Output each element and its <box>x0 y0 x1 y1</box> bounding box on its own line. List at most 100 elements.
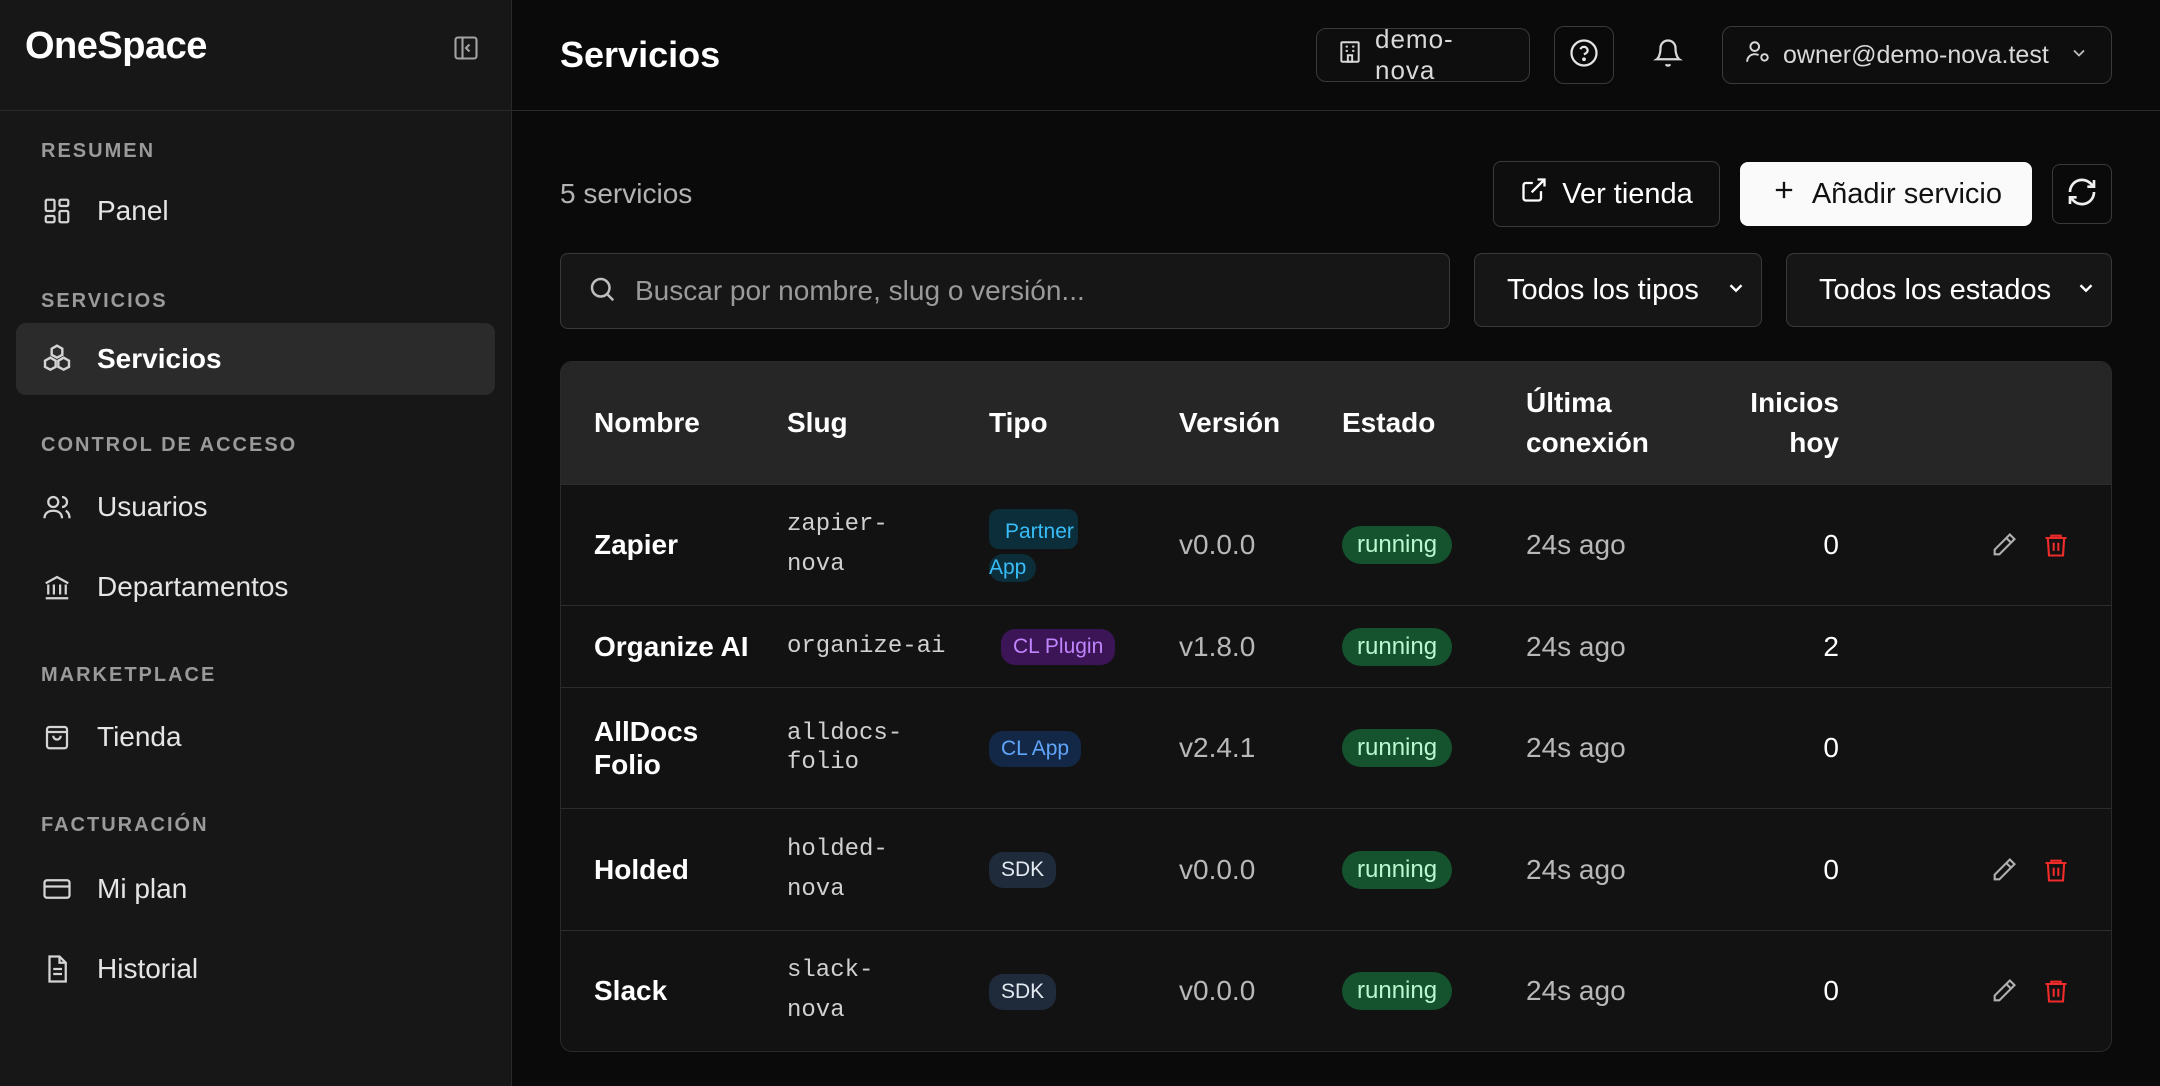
status-badge: running <box>1342 972 1453 1010</box>
sidebar-item-departamentos[interactable]: Departamentos <box>16 551 495 623</box>
table-row[interactable]: Zapier zapier- nova Partner App v0.0.0 r… <box>561 484 2111 605</box>
last-connection: 24s ago <box>1526 732 1626 763</box>
refresh-button[interactable] <box>2052 164 2112 224</box>
add-service-button[interactable]: Añadir servicio <box>1739 162 2032 226</box>
delete-icon[interactable] <box>2041 976 2071 1006</box>
col-header-version[interactable]: Versión <box>1179 407 1342 439</box>
starts-today: 0 <box>1823 975 1839 1006</box>
status-badge: running <box>1342 729 1453 767</box>
edit-icon[interactable] <box>1989 976 2019 1006</box>
sidebar-item-historial[interactable]: Historial <box>16 933 495 1005</box>
col-header-last-connection[interactable]: Última conexión <box>1526 383 1731 463</box>
sidebar-item-panel[interactable]: Panel <box>16 175 495 247</box>
service-name: Organize AI <box>594 630 749 662</box>
search-icon <box>587 274 617 309</box>
starts-today: 0 <box>1823 529 1839 560</box>
sidebar-item-usuarios[interactable]: Usuarios <box>16 471 495 543</box>
services-icon <box>41 343 73 375</box>
service-slug: zapier- nova <box>787 505 989 585</box>
sidebar-collapse-icon[interactable] <box>449 31 483 65</box>
table-header: Nombre Slug Tipo Versión Estado Última c… <box>561 362 2111 484</box>
last-connection: 24s ago <box>1526 975 1626 1006</box>
starts-today: 0 <box>1823 732 1839 763</box>
view-store-button[interactable]: Ver tienda <box>1493 161 1720 227</box>
service-type: CL App <box>989 730 1179 767</box>
sidebar-item-mi-plan[interactable]: Mi plan <box>16 853 495 925</box>
slug-text: holded- <box>787 835 888 863</box>
sidebar-item-servicios[interactable]: Servicios <box>16 323 495 395</box>
help-button[interactable] <box>1554 26 1614 84</box>
section-label-control-acceso: CONTROL DE ACCESO <box>41 433 298 456</box>
service-version: v0.0.0 <box>1179 529 1256 560</box>
user-settings-icon <box>1745 39 1771 72</box>
user-menu[interactable]: owner@demo-nova.test <box>1722 26 2112 84</box>
chevron-down-icon <box>2069 41 2089 70</box>
state-filter-value: Todos los estados <box>1819 273 2052 306</box>
last-connection: 24s ago <box>1526 630 1626 662</box>
col-header-text: hoy <box>1789 427 1839 458</box>
bell-icon <box>1653 38 1683 73</box>
table-row[interactable]: Holded holded- nova SDK v0.0.0 running 2… <box>561 808 2111 930</box>
sidebar-item-tienda[interactable]: Tienda <box>16 701 495 773</box>
edit-icon[interactable] <box>1989 855 2019 885</box>
sidebar-item-label: Servicios <box>97 343 222 374</box>
status-badge: running <box>1342 627 1453 666</box>
table-row[interactable]: Organize AI organize-ai CL Plugin v1.8.0… <box>561 605 2111 687</box>
section-label-facturacion: FACTURACIÓN <box>41 813 209 836</box>
col-header-state[interactable]: Estado <box>1342 407 1526 439</box>
col-header-text: conexión <box>1526 427 1649 458</box>
slug-text: nova <box>787 997 845 1024</box>
type-badge: CL Plugin <box>1001 629 1116 665</box>
section-label-resumen: RESUMEN <box>41 139 156 162</box>
service-name: AllDocs Folio <box>561 715 787 781</box>
col-header-text: Inicios <box>1750 387 1839 418</box>
main-content: Servicios demo-nova owner@demo-nova.test… <box>512 0 2160 1086</box>
state-filter-select[interactable]: Todos los estados <box>1786 253 2112 327</box>
slug-text: alldocs- <box>787 720 903 747</box>
status-badge: running <box>1342 850 1453 889</box>
last-connection: 24s ago <box>1526 529 1626 560</box>
type-filter-select[interactable]: Todos los tipos <box>1474 253 1762 327</box>
starts-today: 0 <box>1823 853 1839 885</box>
delete-icon[interactable] <box>2041 530 2071 560</box>
table-row[interactable]: AllDocs Folio alldocs- folio CL App v2.4… <box>561 687 2111 808</box>
delete-icon[interactable] <box>2041 855 2071 885</box>
external-link-icon <box>1520 176 1548 212</box>
search-field[interactable] <box>560 253 1450 329</box>
edit-icon[interactable] <box>1989 530 2019 560</box>
building-icon <box>1337 39 1363 72</box>
status-badge: running <box>1342 526 1453 564</box>
section-label-servicios: SERVICIOS <box>41 289 168 312</box>
sidebar-item-label: Historial <box>97 953 199 984</box>
chevron-down-icon <box>1725 274 1747 307</box>
service-version: v0.0.0 <box>1179 975 1256 1006</box>
topbar: Servicios demo-nova owner@demo-nova.test <box>512 0 2160 111</box>
shopping-bag-icon <box>41 721 73 753</box>
service-slug: organize-ai <box>787 627 989 667</box>
workspace-name: demo-nova <box>1375 24 1454 85</box>
services-table: Nombre Slug Tipo Versión Estado Última c… <box>560 361 2112 1052</box>
col-header-slug[interactable]: Slug <box>787 403 989 443</box>
user-email: owner@demo-nova.test <box>1783 40 2049 69</box>
col-header-starts-today[interactable]: Inicios hoy <box>1731 383 1839 463</box>
workspace-selector[interactable]: demo-nova <box>1316 24 1530 85</box>
brand-logo: OneSpace <box>25 24 207 67</box>
service-version: v2.4.1 <box>1179 732 1256 763</box>
type-badge: SDK <box>989 852 1057 888</box>
col-header-name[interactable]: Nombre <box>561 407 787 439</box>
service-slug: alldocs- folio <box>787 719 989 777</box>
slug-text: folio <box>787 749 860 776</box>
starts-today: 2 <box>1823 630 1839 662</box>
col-header-type[interactable]: Tipo <box>989 407 1179 439</box>
table-row[interactable]: Slack slack- nova SDK v0.0.0 running 24s… <box>561 930 2111 1051</box>
sidebar: OneSpace RESUMEN Panel SERVICIOS Servici… <box>0 0 512 1086</box>
service-version: v0.0.0 <box>1179 853 1256 885</box>
service-slug: holded- nova <box>787 830 989 910</box>
page-title: Servicios <box>560 33 721 75</box>
credit-card-icon <box>41 873 73 905</box>
notifications-button[interactable] <box>1638 26 1698 84</box>
search-input[interactable] <box>635 275 1423 307</box>
service-type: SDK <box>989 973 1179 1010</box>
type-badge: App <box>989 553 1037 582</box>
service-type: CL Plugin <box>989 628 1179 665</box>
